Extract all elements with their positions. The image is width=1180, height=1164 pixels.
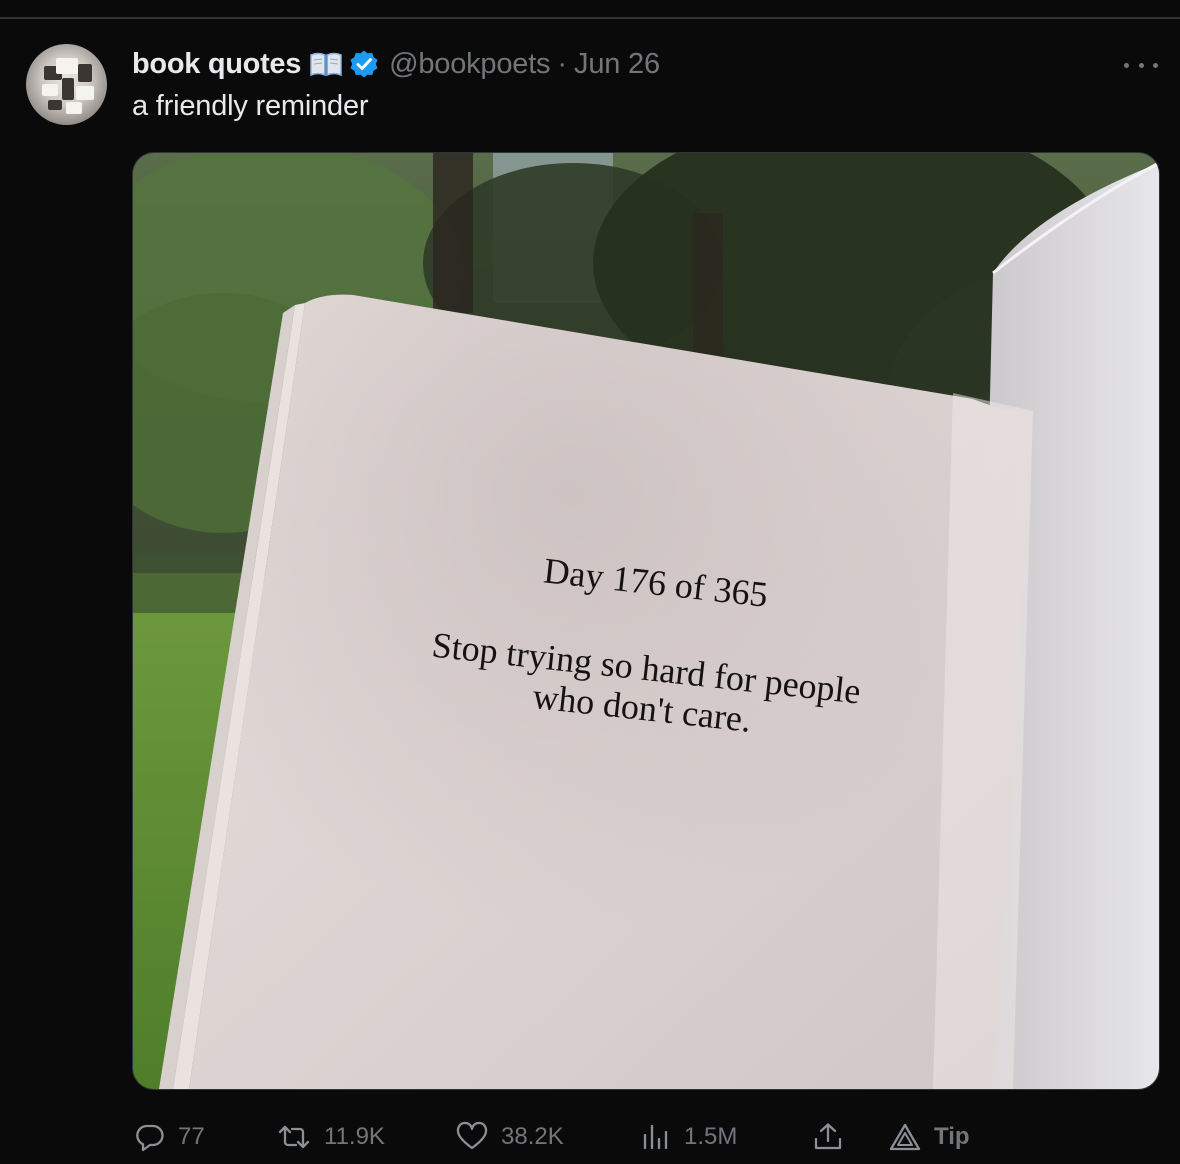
share-icon [812, 1121, 844, 1153]
repost-button[interactable]: 11.9K [276, 1114, 385, 1160]
reply-icon [134, 1121, 166, 1153]
divider [0, 17, 1180, 19]
like-count: 38.2K [501, 1123, 564, 1150]
like-button[interactable]: 38.2K [455, 1114, 564, 1160]
book-emoji-icon [309, 51, 343, 77]
reply-count: 77 [178, 1123, 205, 1150]
tweet-text: a friendly reminder [132, 90, 369, 122]
handle[interactable]: @bookpoets [389, 48, 550, 81]
separator-dot: · [557, 47, 568, 80]
media-image[interactable]: Day 176 of 365 Stop trying so hard for p… [132, 152, 1160, 1090]
tip-button[interactable]: Tip [888, 1114, 970, 1160]
reply-button[interactable]: 77 [134, 1114, 205, 1160]
tip-icon [888, 1121, 922, 1153]
like-icon [455, 1121, 489, 1153]
repost-count: 11.9K [324, 1123, 385, 1150]
view-count: 1.5M [684, 1123, 738, 1150]
more-icon[interactable] [1124, 57, 1158, 73]
views-icon [640, 1121, 672, 1153]
display-name[interactable]: book quotes [132, 48, 301, 81]
tweet: book quotes @bookpoets · Jun 26 a friend… [0, 0, 1180, 1164]
verified-badge-icon[interactable] [349, 49, 379, 79]
tip-label: Tip [934, 1123, 970, 1150]
avatar[interactable] [26, 44, 107, 125]
tweet-header: book quotes @bookpoets · Jun 26 [132, 46, 660, 82]
share-button[interactable] [812, 1114, 844, 1160]
views-button[interactable]: 1.5M [640, 1114, 737, 1160]
action-bar: 77 11.9K 38.2K 1.5M Tip [0, 1114, 1180, 1160]
repost-icon [276, 1121, 312, 1153]
post-date[interactable]: Jun 26 [574, 48, 660, 81]
